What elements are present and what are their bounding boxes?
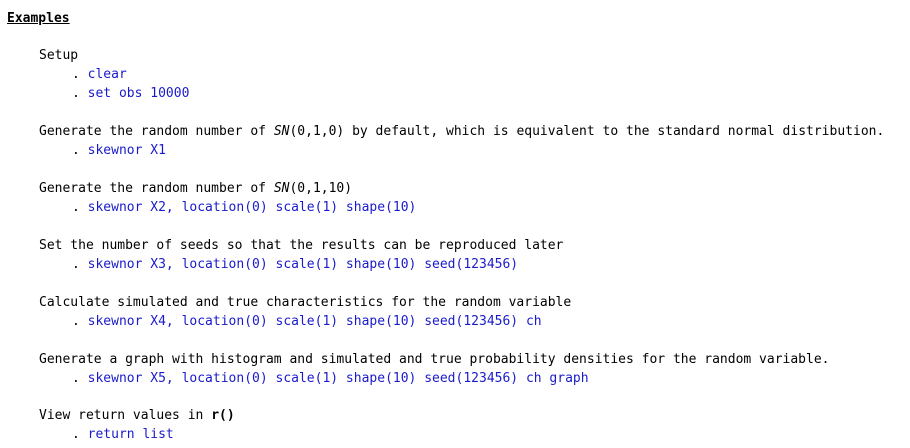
command-link-skewnor-x4[interactable]: skewnor X4, location(0) scale(1) shape(1… <box>88 314 542 329</box>
example-command: . skewnor X1 <box>39 141 905 160</box>
example-description: Generate the random number of SN(0,1,0) … <box>39 122 905 141</box>
example-graph: Generate a graph with histogram and simu… <box>39 350 905 388</box>
command-link-set-obs[interactable]: set obs 10000 <box>88 86 190 101</box>
command-prompt-dot: . <box>72 86 80 101</box>
examples-heading: Examples <box>7 11 70 26</box>
description-text: (0,1,10) <box>289 181 353 196</box>
example-seed: Set the number of seeds so that the resu… <box>39 236 905 274</box>
description-text: Generate the random number of <box>39 181 274 196</box>
command-prompt-dot: . <box>72 371 80 386</box>
command-prompt-dot: . <box>72 427 80 442</box>
description-r-function: r() <box>211 408 235 423</box>
example-command: . skewnor X2, location(0) scale(1) shape… <box>39 198 905 217</box>
example-command: . skewnor X5, location(0) scale(1) shape… <box>39 369 905 388</box>
example-setup: Setup . clear . set obs 10000 <box>39 46 905 103</box>
command-prompt-dot: . <box>72 67 80 82</box>
description-sn: SN <box>273 181 290 196</box>
example-command: . return list <box>39 425 905 444</box>
command-link-return-list[interactable]: return list <box>88 427 174 442</box>
command-prompt-dot: . <box>72 143 80 158</box>
example-description: Setup <box>39 48 79 63</box>
example-description: View return values in r() <box>39 406 905 425</box>
example-shape: Generate the random number of SN(0,1,10)… <box>39 179 905 217</box>
help-page: Examples Setup . clear . set obs 10000 G… <box>0 0 910 448</box>
command-prompt-dot: . <box>72 257 80 272</box>
description-sn: SN <box>273 124 290 139</box>
command-link-skewnor-x1[interactable]: skewnor X1 <box>88 143 166 158</box>
example-description: Generate the random number of SN(0,1,10) <box>39 179 905 198</box>
description-text: View return values in <box>39 408 212 423</box>
example-characteristics: Calculate simulated and true characteris… <box>39 293 905 331</box>
command-link-clear[interactable]: clear <box>88 67 127 82</box>
example-description: Generate a graph with histogram and simu… <box>39 352 830 367</box>
example-command: . clear <box>39 65 905 84</box>
command-link-skewnor-x5[interactable]: skewnor X5, location(0) scale(1) shape(1… <box>88 371 589 386</box>
example-description: Calculate simulated and true characteris… <box>39 295 572 310</box>
example-command: . skewnor X4, location(0) scale(1) shape… <box>39 312 905 331</box>
example-command: . set obs 10000 <box>39 84 905 103</box>
example-description: Set the number of seeds so that the resu… <box>39 238 564 253</box>
example-command: . skewnor X3, location(0) scale(1) shape… <box>39 255 905 274</box>
command-link-skewnor-x3[interactable]: skewnor X3, location(0) scale(1) shape(1… <box>88 257 518 272</box>
command-link-skewnor-x2[interactable]: skewnor X2, location(0) scale(1) shape(1… <box>88 200 417 215</box>
description-text: Generate the random number of <box>39 124 274 139</box>
description-text: (0,1,0) by default, which is equivalent … <box>289 124 885 139</box>
command-prompt-dot: . <box>72 314 80 329</box>
example-return: View return values in r() . return list <box>39 406 905 444</box>
example-default: Generate the random number of SN(0,1,0) … <box>39 122 905 160</box>
command-prompt-dot: . <box>72 200 80 215</box>
